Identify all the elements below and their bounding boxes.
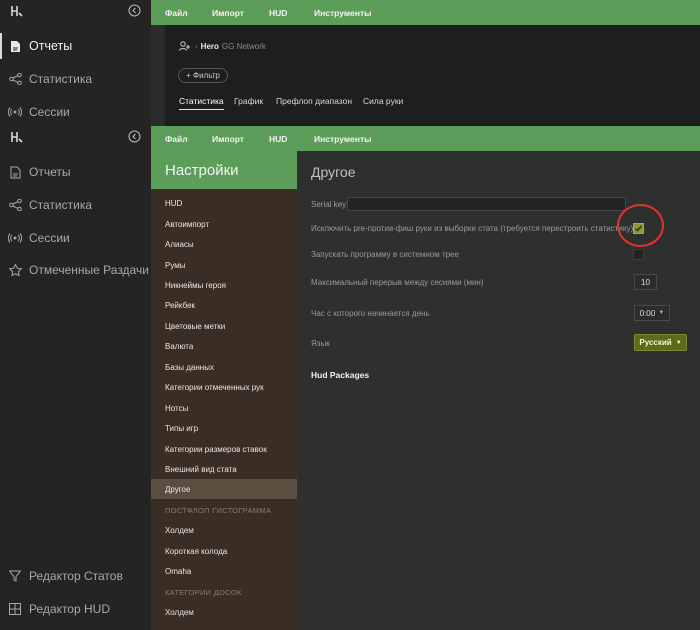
language-label: Язык: [311, 339, 330, 348]
report-icon: [7, 38, 23, 54]
filter-icon: [7, 568, 23, 584]
menu-hud[interactable]: HUD: [269, 126, 287, 151]
settings-nav-other[interactable]: Другое: [151, 479, 297, 499]
broadcast-icon: [7, 230, 23, 246]
settings-nav: HUD Автоимпорт Алиасы Румы Никнеймы геро…: [151, 151, 297, 630]
logo-icon[interactable]: [10, 130, 24, 144]
logo-icon[interactable]: [10, 4, 24, 18]
panel-title: Другое: [311, 164, 356, 180]
sidebar-item-marked-hands[interactable]: Отмеченные Раздачи: [0, 255, 151, 285]
sidebar-item-label: Статистика: [29, 72, 93, 86]
settings-nav-rooms[interactable]: Румы: [151, 255, 297, 275]
settings-nav-bet-size-categories[interactable]: Категории размеров ставок: [151, 439, 297, 459]
menu-import[interactable]: Импорт: [212, 0, 244, 25]
settings-header: Настройки: [151, 151, 297, 189]
tab-hand-strength[interactable]: Сила руки: [363, 96, 403, 106]
add-filter-button[interactable]: + Фильтр: [178, 68, 228, 83]
exclude-fish-label: Исключить pre-против-фиш руки из выборки…: [311, 224, 634, 233]
broadcast-icon: [7, 104, 23, 120]
sidebar-item-stat-editor[interactable]: Редактор Статов: [0, 561, 151, 591]
caret-down-icon: ▼: [658, 310, 665, 316]
sidebar-item-label: Сессии: [29, 105, 70, 119]
sidebar-item-statistics[interactable]: Статистика: [0, 190, 151, 220]
settings-nav-notes[interactable]: Нотсы: [151, 398, 297, 418]
player-icon: [179, 41, 190, 51]
serial-key-input[interactable]: [347, 197, 626, 211]
language-value: Русский: [639, 338, 672, 347]
report-icon: [7, 164, 23, 180]
sidebar-item-sessions[interactable]: Сессии: [0, 97, 151, 127]
star-icon: [7, 262, 23, 278]
exclude-fish-checkbox[interactable]: [633, 223, 644, 234]
menu-import[interactable]: Импорт: [212, 126, 244, 151]
settings-nav-aliases[interactable]: Алиасы: [151, 234, 297, 254]
collapse-chevron-icon[interactable]: [128, 4, 141, 17]
tray-checkbox[interactable]: [633, 249, 644, 260]
settings-nav-hud[interactable]: HUD: [151, 193, 297, 213]
settings-nav-hero-nicknames[interactable]: Никнеймы героя: [151, 275, 297, 295]
tab-graph[interactable]: График: [234, 96, 263, 106]
menu-file[interactable]: Файл: [165, 126, 188, 151]
background-menu-bar: Файл Импорт HUD Инструменты: [151, 0, 700, 25]
settings-nav-postflop-holdem[interactable]: Холдем: [151, 520, 297, 540]
menu-tools[interactable]: Инструменты: [314, 0, 371, 25]
sidebar-item-sessions[interactable]: Сессии: [0, 223, 151, 253]
settings-nav-marked-hand-categories[interactable]: Категории отмеченных рук: [151, 377, 297, 397]
sidebar-item-label: Редактор Статов: [29, 569, 123, 583]
settings-nav-currency[interactable]: Валюта: [151, 336, 297, 356]
share-nodes-icon: [7, 71, 23, 87]
day-start-label: Час с которого начинается день: [311, 309, 430, 318]
serial-key-label: Serial key: [311, 200, 347, 209]
settings-nav-postflop-omaha[interactable]: Omaha: [151, 561, 297, 581]
hud-packages-heading: Hud Packages: [311, 370, 370, 380]
settings-nav-databases[interactable]: Базы данных: [151, 357, 297, 377]
caret-down-icon: ▼: [675, 339, 682, 346]
sidebar-item-hud-editor[interactable]: Редактор HUD: [0, 594, 151, 624]
menu-bar: Файл Импорт HUD Инструменты: [151, 126, 700, 151]
tray-label: Запускать программу в системном трее: [311, 250, 459, 259]
settings-title: Настройки: [165, 162, 239, 179]
sidebar-item-label: Статистика: [29, 198, 93, 212]
settings-nav-boards-holdem[interactable]: Холдем: [151, 602, 297, 622]
menu-hud[interactable]: HUD: [269, 0, 287, 25]
settings-panel-other: Другое Serial key Исключить pre-против-ф…: [297, 151, 700, 630]
hero-name: Hero: [200, 41, 219, 51]
day-start-select[interactable]: 0:00 ▼: [634, 305, 670, 321]
settings-nav-color-labels[interactable]: Цветовые метки: [151, 316, 297, 336]
max-break-input[interactable]: 10: [634, 274, 657, 290]
menu-tools[interactable]: Инструменты: [314, 126, 371, 151]
section-board-categories: КАТЕГОРИИ ДОСОК: [165, 588, 242, 597]
hud-grid-icon: [7, 601, 23, 617]
settings-nav-rakeback[interactable]: Рейкбек: [151, 295, 297, 315]
sidebar-item-label: Отчеты: [29, 39, 73, 53]
sidebar-item-reports[interactable]: Отчеты: [0, 157, 151, 187]
sidebar-item-label: Отмеченные Раздачи: [29, 263, 149, 277]
hero-network: GG Network: [221, 41, 266, 51]
settings-nav-game-types[interactable]: Типы игр: [151, 418, 297, 438]
sidebar-item-reports[interactable]: Отчеты: [0, 31, 151, 61]
max-break-label: Максимальный перерыв между сесиями (мин): [311, 278, 484, 287]
chevron-right-icon: ›: [195, 41, 198, 51]
menu-file[interactable]: Файл: [165, 0, 188, 25]
day-start-value: 0:00: [639, 308, 656, 318]
sidebar-item-label: Сессии: [29, 231, 70, 245]
share-nodes-icon: [7, 197, 23, 213]
collapse-chevron-icon[interactable]: [128, 130, 141, 143]
section-postflop-histogram: ПОСТФЛОП ГИСТОГРАММА: [165, 506, 272, 515]
tab-preflop-range[interactable]: Префлоп диапазон: [276, 96, 352, 106]
language-select[interactable]: Русский ▼: [634, 334, 687, 351]
sidebar: Отчеты Статистика Сессии Отмеченные Разд…: [0, 126, 151, 630]
tab-statistics[interactable]: Статистика: [179, 96, 224, 110]
hero-selector[interactable]: › Hero GG Network: [179, 40, 266, 52]
sidebar-item-label: Отчеты: [29, 165, 71, 179]
sidebar-item-label: Редактор HUD: [29, 602, 110, 616]
settings-nav-stat-appearance[interactable]: Внешний вид стата: [151, 459, 297, 479]
sidebar-item-statistics[interactable]: Статистика: [0, 64, 151, 94]
settings-nav-postflop-short-deck[interactable]: Короткая колода: [151, 541, 297, 561]
settings-nav-autoimport[interactable]: Автоимпорт: [151, 214, 297, 234]
